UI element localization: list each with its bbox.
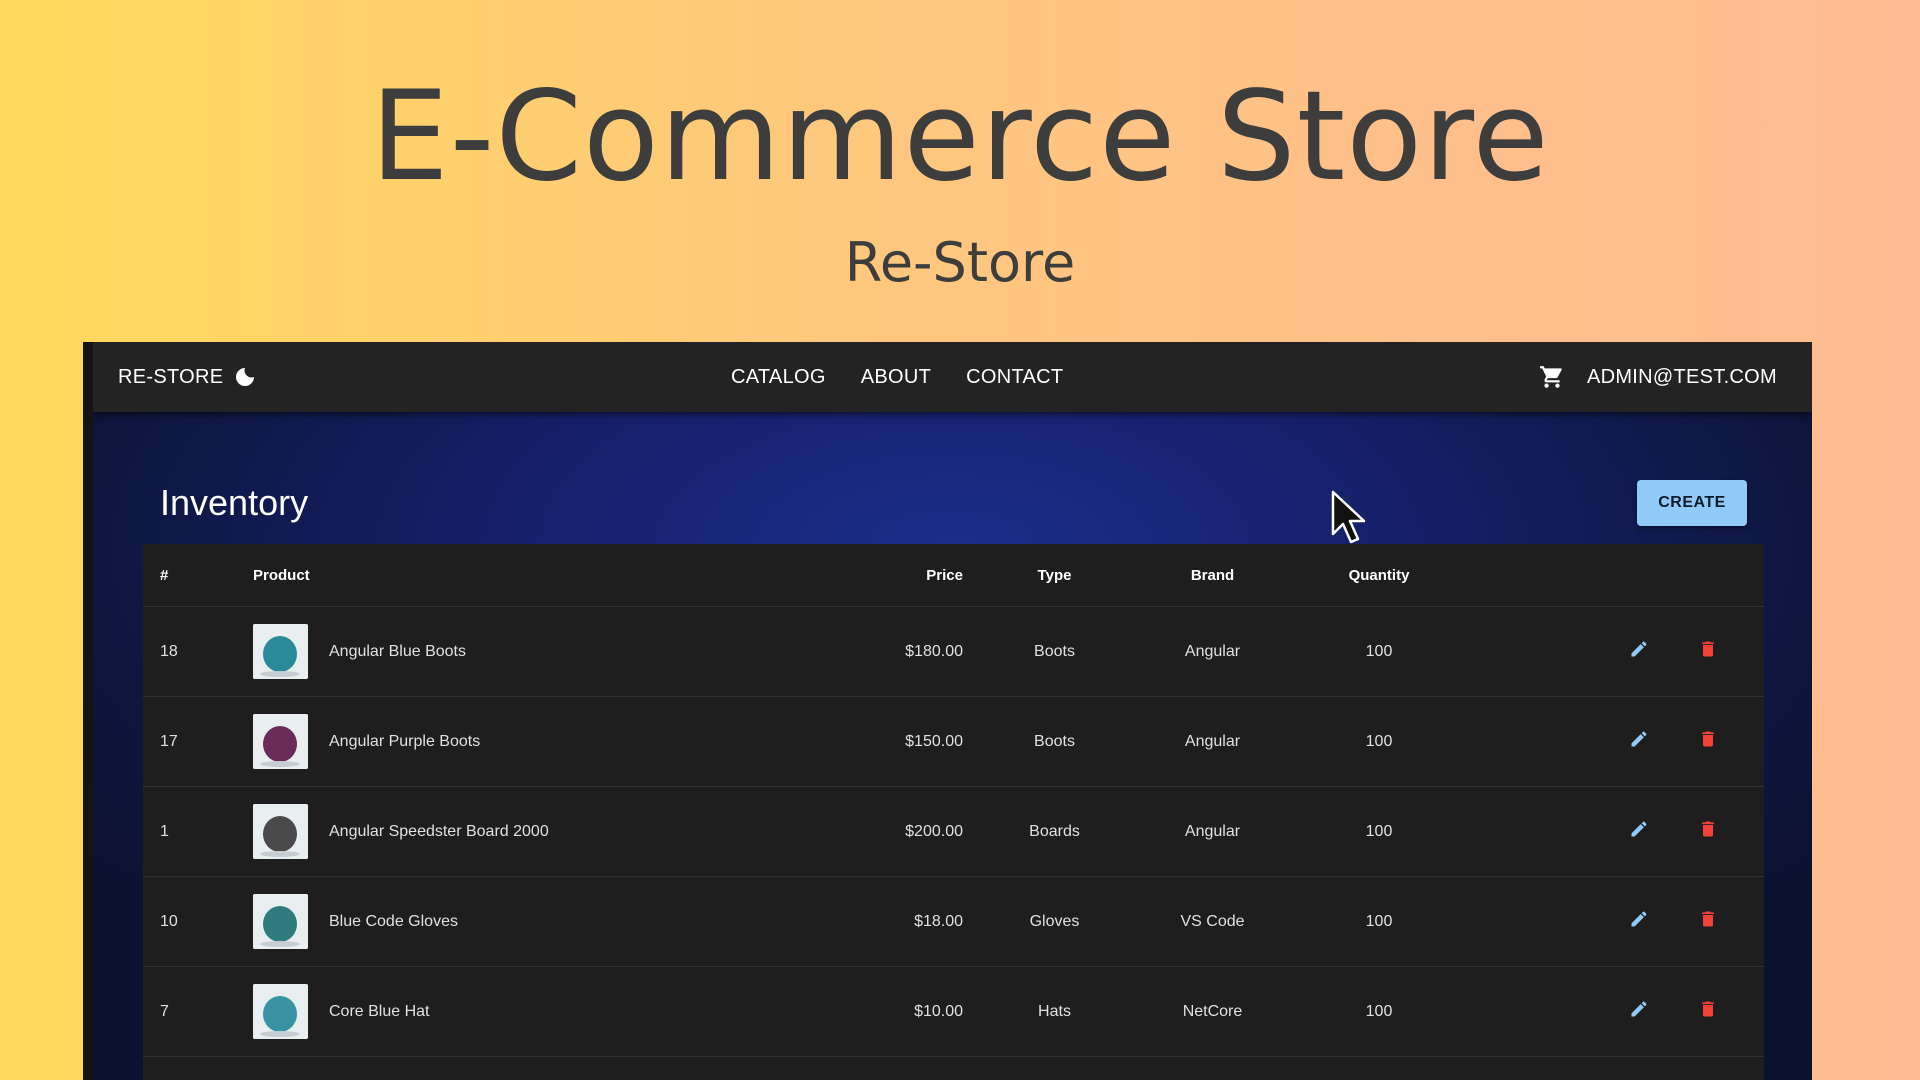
cell-id: 18 — [143, 606, 253, 697]
product-thumbnail — [253, 624, 308, 679]
column-header-id: # — [143, 544, 253, 607]
product-name: Angular Purple Boots — [329, 732, 481, 750]
column-header-price: Price — [773, 544, 963, 607]
cell-quantity: 100 — [1279, 696, 1479, 787]
table-row: 17 Angular Purple Boots $150.00 Boots Angula… — [143, 696, 1764, 787]
product-thumbnail — [253, 894, 308, 949]
cell-actions — [1479, 786, 1764, 877]
brand-label[interactable]: RE-STORE — [118, 366, 223, 389]
create-button[interactable]: CREATE — [1637, 480, 1747, 526]
pencil-icon — [1629, 639, 1649, 664]
moon-icon[interactable] — [233, 365, 257, 389]
product-thumbnail — [253, 984, 308, 1039]
promo-subtitle: Re-Store — [844, 231, 1076, 294]
trash-icon — [1698, 909, 1718, 934]
column-header-brand: Brand — [1146, 544, 1279, 607]
cell-product: Blue Code Gloves — [253, 876, 773, 967]
product-name: Core Blue Hat — [329, 1002, 430, 1020]
main-nav: CATALOG ABOUT CONTACT — [731, 342, 1063, 412]
nav-link-contact[interactable]: CONTACT — [966, 366, 1063, 389]
pencil-icon — [1629, 909, 1649, 934]
column-header-product: Product — [253, 544, 773, 607]
cell-quantity: 100 — [1279, 966, 1479, 1057]
delete-button[interactable] — [1692, 636, 1724, 668]
page-title: Inventory — [160, 482, 309, 523]
cell-actions — [1479, 696, 1764, 787]
table-row: 18 Angular Blue Boots $180.00 Boots Angular 1… — [143, 606, 1764, 697]
cell-actions — [1479, 966, 1764, 1057]
cell-actions — [1479, 876, 1764, 967]
cell-quantity: 100 — [1279, 606, 1479, 697]
pencil-icon — [1629, 819, 1649, 844]
cell-price: $18.00 — [773, 876, 963, 967]
cell-type: Boots — [963, 696, 1146, 787]
cell-product: Angular Purple Boots — [253, 696, 773, 787]
cell-type: Gloves — [963, 876, 1146, 967]
cell-brand: Angular — [1146, 786, 1279, 877]
cell-brand: VS Code — [1146, 876, 1279, 967]
table-row: 1 Angular Speedster Board 2000 $200.00 Boar… — [143, 786, 1764, 877]
cell-quantity: 100 — [1279, 876, 1479, 967]
table-row: 7 Core Blue Hat $10.00 Hats NetCore 100 — [143, 966, 1764, 1057]
inventory-table-panel: # Product Price Type Brand Quantity 18 An… — [143, 544, 1764, 1080]
nav-link-about[interactable]: ABOUT — [861, 366, 931, 389]
cell-brand: Angular — [1146, 696, 1279, 787]
inventory-table: # Product Price Type Brand Quantity 18 An… — [143, 544, 1764, 1057]
nav-link-catalog[interactable]: CATALOG — [731, 366, 826, 389]
table-row: 10 Blue Code Gloves $18.00 Gloves VS Code 100 — [143, 876, 1764, 967]
product-thumbnail — [253, 714, 308, 769]
app-window: RE-STORE CATALOG ABOUT CONTACT ADMIN@TES… — [83, 342, 1812, 1080]
delete-button[interactable] — [1692, 816, 1724, 848]
cell-price: $150.00 — [773, 696, 963, 787]
brand: RE-STORE — [118, 342, 257, 412]
cell-price: $200.00 — [773, 786, 963, 877]
pencil-icon — [1629, 999, 1649, 1024]
trash-icon — [1698, 729, 1718, 754]
right-actions: ADMIN@TEST.COM — [1539, 342, 1777, 412]
cell-id: 1 — [143, 786, 253, 877]
cell-id: 7 — [143, 966, 253, 1057]
pencil-icon — [1629, 729, 1649, 754]
edit-button[interactable] — [1623, 996, 1655, 1028]
cell-id: 10 — [143, 876, 253, 967]
delete-button[interactable] — [1692, 996, 1724, 1028]
trash-icon — [1698, 639, 1718, 664]
trash-icon — [1698, 999, 1718, 1024]
product-name: Blue Code Gloves — [329, 912, 458, 930]
edit-button[interactable] — [1623, 906, 1655, 938]
cell-brand: Angular — [1146, 606, 1279, 697]
trash-icon — [1698, 819, 1718, 844]
edit-button[interactable] — [1623, 816, 1655, 848]
user-menu[interactable]: ADMIN@TEST.COM — [1587, 366, 1777, 389]
promo-title: E-Commerce Store — [370, 65, 1550, 209]
cell-price: $10.00 — [773, 966, 963, 1057]
delete-button[interactable] — [1692, 726, 1724, 758]
cell-price: $180.00 — [773, 606, 963, 697]
cell-quantity: 100 — [1279, 786, 1479, 877]
product-name: Angular Blue Boots — [329, 642, 466, 660]
inventory-table-body: 18 Angular Blue Boots $180.00 Boots Angular 1… — [143, 606, 1764, 1057]
cell-product: Angular Speedster Board 2000 — [253, 786, 773, 877]
cell-type: Boots — [963, 606, 1146, 697]
cart-icon[interactable] — [1539, 364, 1565, 390]
cell-type: Boards — [963, 786, 1146, 877]
cell-id: 17 — [143, 696, 253, 787]
cell-actions — [1479, 606, 1764, 697]
edit-button[interactable] — [1623, 726, 1655, 758]
product-thumbnail — [253, 804, 308, 859]
edit-button[interactable] — [1623, 636, 1655, 668]
cell-product: Angular Blue Boots — [253, 606, 773, 697]
table-header-row: # Product Price Type Brand Quantity — [143, 544, 1764, 607]
app-bar: RE-STORE CATALOG ABOUT CONTACT ADMIN@TES… — [93, 342, 1812, 412]
product-name: Angular Speedster Board 2000 — [329, 822, 549, 840]
cell-product: Core Blue Hat — [253, 966, 773, 1057]
delete-button[interactable] — [1692, 906, 1724, 938]
column-header-type: Type — [963, 544, 1146, 607]
column-header-actions — [1479, 544, 1764, 607]
column-header-quantity: Quantity — [1279, 544, 1479, 607]
mouse-cursor-icon — [1330, 490, 1370, 550]
cell-brand: NetCore — [1146, 966, 1279, 1057]
cell-type: Hats — [963, 966, 1146, 1057]
